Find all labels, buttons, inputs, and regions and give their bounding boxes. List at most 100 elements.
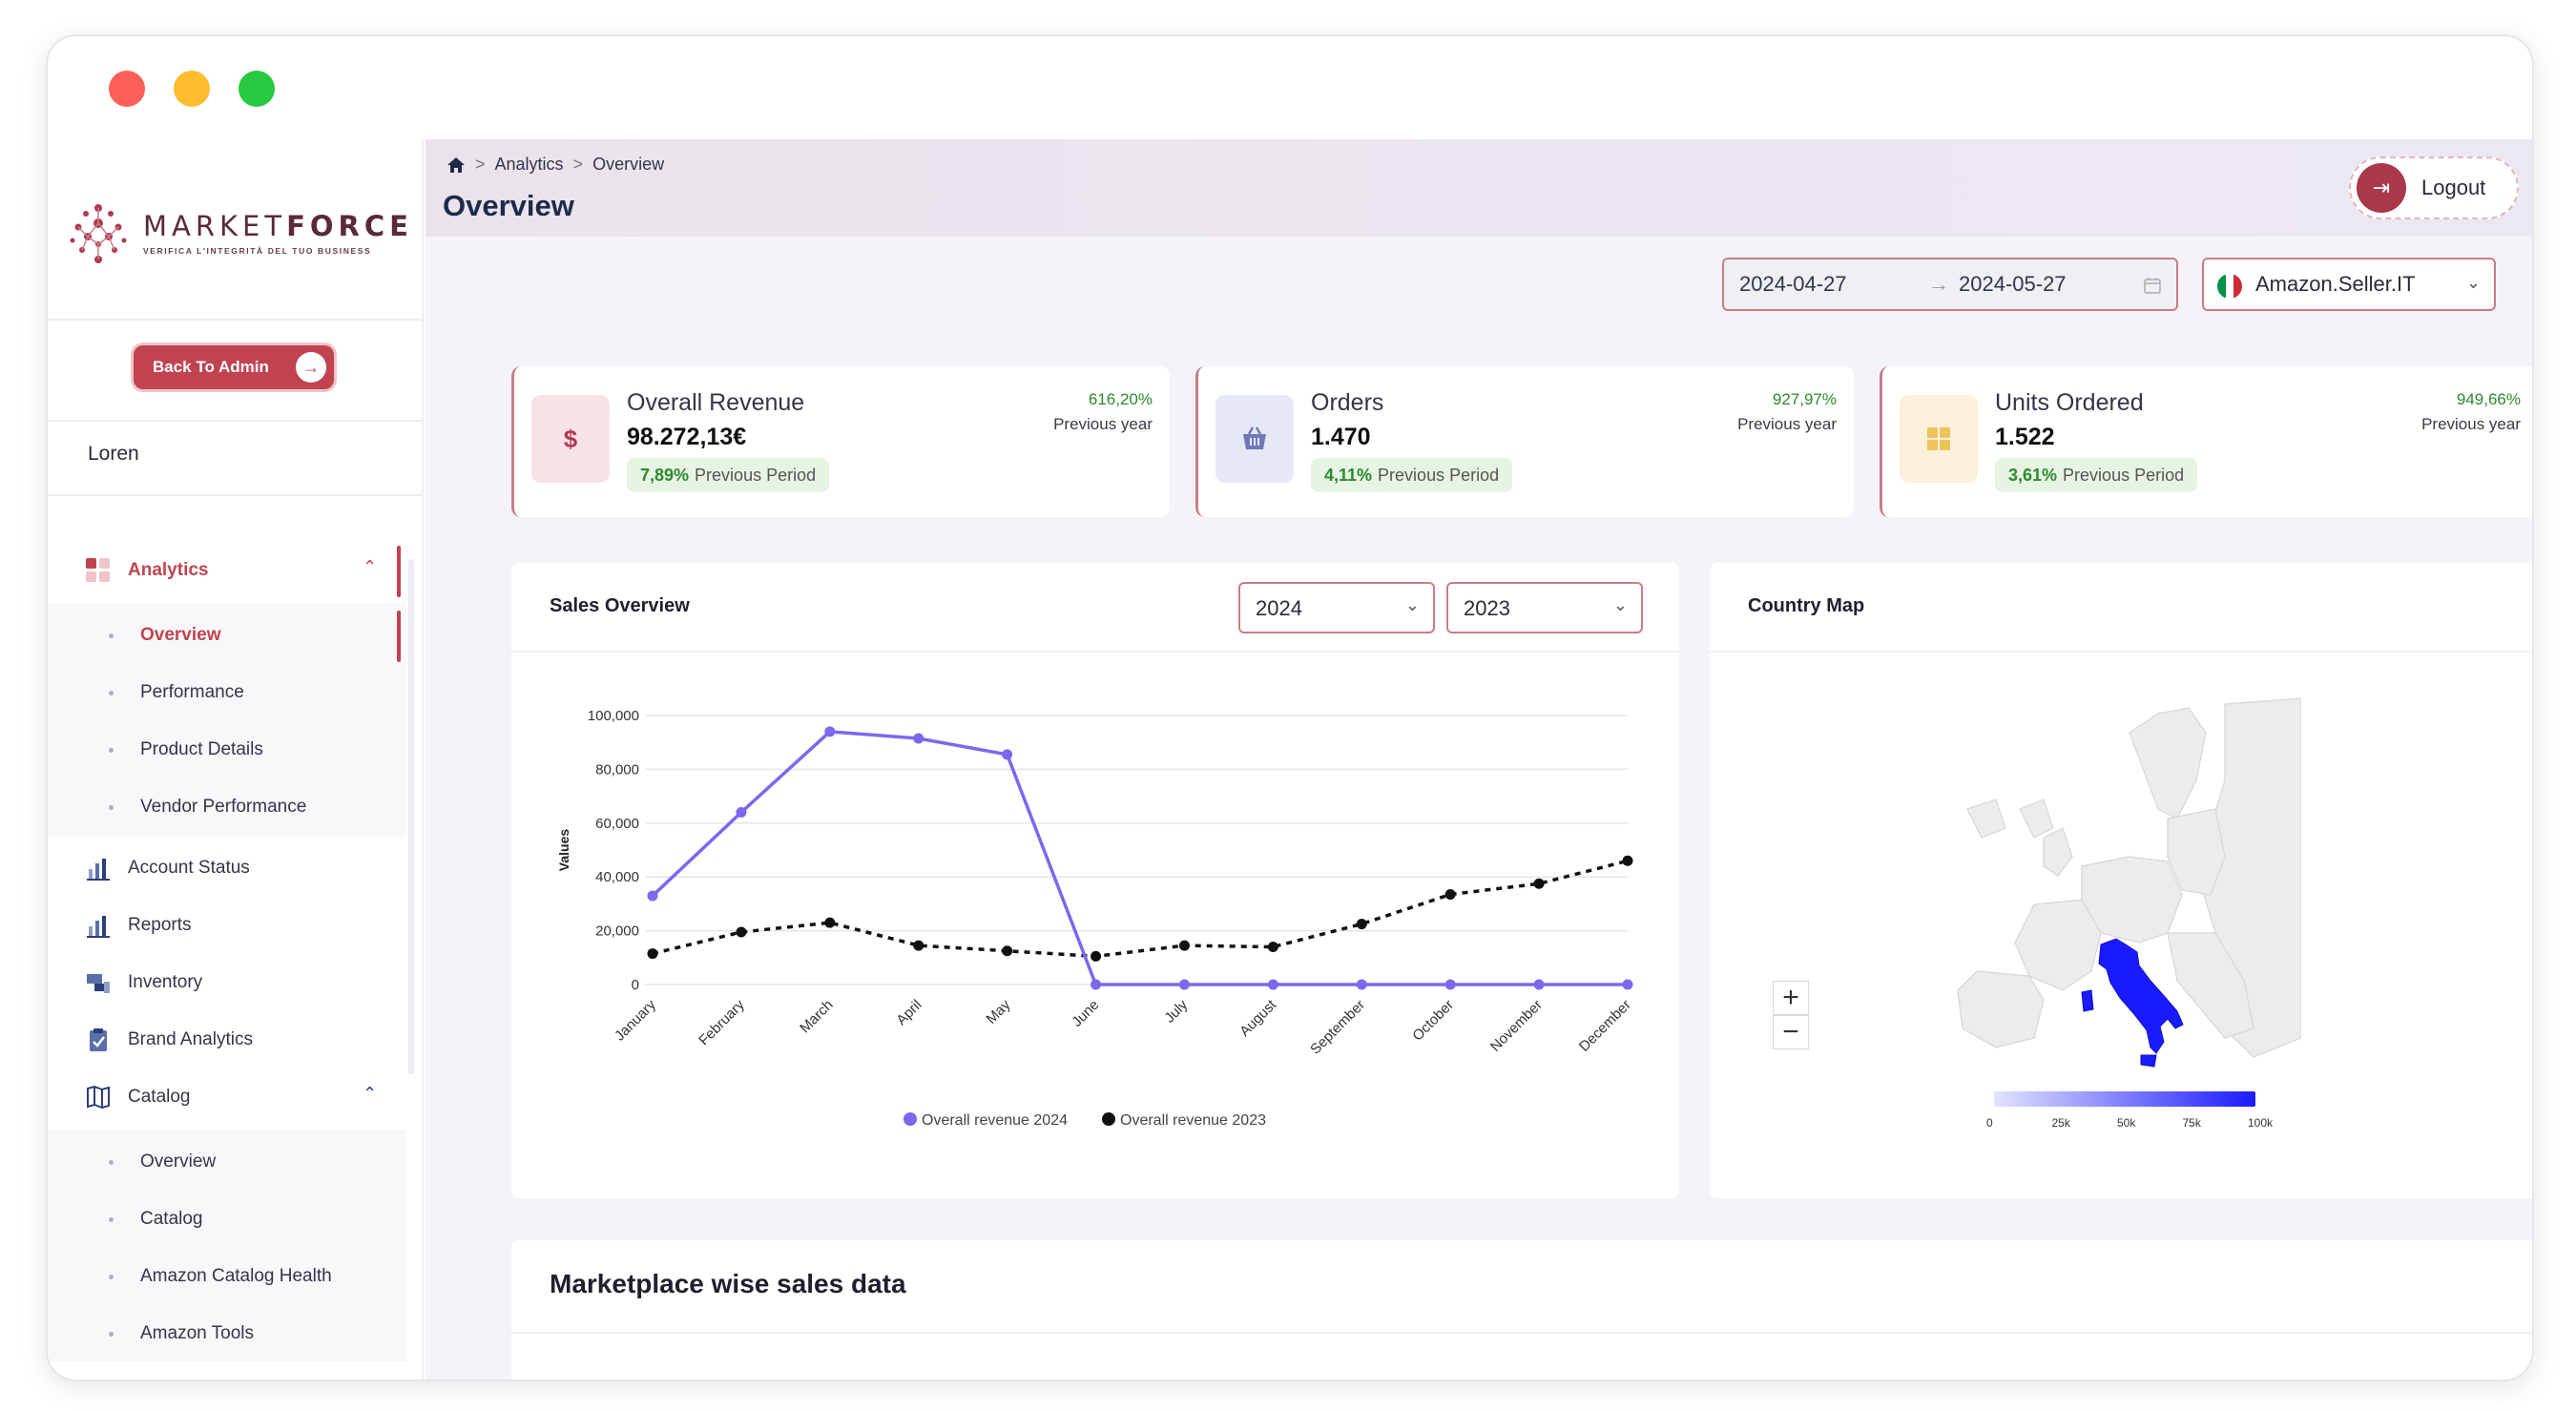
range-arrow-icon: → <box>1928 272 1949 296</box>
x-tick-label: October <box>1409 997 1457 1045</box>
kpi-period-badge: 3,61% Previous Period <box>1995 458 2198 492</box>
legend-marker <box>904 1112 917 1126</box>
sidebar: MARKETFORCE VERIFICA L'INTEGRITÀ DEL TUO… <box>48 139 424 1380</box>
zoom-in-button[interactable]: + <box>1773 981 1809 1015</box>
data-point <box>1356 979 1367 990</box>
kpi-units-ordered: Units Ordered 1.522 3,61% Previous Period… <box>1880 366 2532 517</box>
nav-analytics-performance[interactable]: Performance <box>109 675 244 710</box>
nav-analytics-vendor-performance[interactable]: Vendor Performance <box>109 790 306 824</box>
nav-catalog-amazon-tools[interactable]: Amazon Tools <box>109 1317 254 1351</box>
nav-catalog[interactable]: Catalog <box>84 1078 191 1116</box>
zoom-out-button[interactable]: − <box>1773 1015 1809 1049</box>
map-scale-tick: 75k <box>2182 1116 2201 1130</box>
data-point <box>1002 945 1013 957</box>
date-from[interactable]: 2024-04-27 <box>1739 272 1847 297</box>
home-icon[interactable] <box>447 156 466 174</box>
close-window-button[interactable] <box>109 71 145 107</box>
data-point <box>736 807 747 819</box>
legend-label: Overall revenue 2024 <box>922 1112 1068 1129</box>
divider <box>48 319 424 321</box>
x-tick-label: July <box>1161 996 1191 1026</box>
map-scale-ticks: 0 25k 50k 75k 100k <box>1986 1116 2273 1135</box>
y-tick-label: 40,000 <box>595 869 639 885</box>
nav-catalog-catalog[interactable]: Catalog <box>109 1202 203 1236</box>
minimize-window-button[interactable] <box>174 71 210 107</box>
x-tick-label: February <box>696 996 748 1048</box>
nav-brand-analytics[interactable]: Brand Analytics <box>84 1021 253 1059</box>
nav-inventory[interactable]: Inventory <box>84 964 202 1002</box>
nav-catalog-overview[interactable]: Overview <box>109 1145 216 1179</box>
y-tick-label: 0 <box>632 977 639 993</box>
clipboard-check-icon <box>84 1026 113 1054</box>
nav-account-status[interactable]: Account Status <box>84 849 250 887</box>
logout-icon: ⇥ <box>2357 163 2406 213</box>
y-tick-label: 100,000 <box>588 708 639 724</box>
data-point <box>1533 979 1545 990</box>
sales-overview-title: Sales Overview <box>550 595 690 616</box>
logout-button[interactable]: ⇥ Logout <box>2349 156 2519 219</box>
back-to-admin-label: Back To Admin <box>153 358 269 376</box>
data-point <box>1178 979 1190 990</box>
marketplace-select[interactable]: Amazon.Seller.IT ⌄ <box>2202 258 2496 311</box>
country-map-title: Country Map <box>1748 595 1865 616</box>
kpi-orders: Orders 1.470 4,11% Previous Period 927,97… <box>1195 366 1854 517</box>
chevron-up-icon[interactable]: ⌃ <box>363 1084 377 1104</box>
y-tick-label: 20,000 <box>595 923 639 940</box>
y-axis-label: Values <box>556 829 571 872</box>
x-tick-label: December <box>1576 997 1634 1055</box>
nav-reports[interactable]: Reports <box>84 906 192 944</box>
nav-analytics[interactable]: Analytics <box>84 551 208 590</box>
map-color-scale <box>1994 1091 2255 1107</box>
legend-marker <box>1102 1112 1115 1126</box>
data-point <box>1178 940 1190 951</box>
y-tick-label: 60,000 <box>595 816 639 832</box>
data-point <box>824 726 836 737</box>
maximize-window-button[interactable] <box>239 71 275 107</box>
date-range-picker[interactable]: 2024-04-27 → 2024-05-27 <box>1722 258 2178 311</box>
sales-overview-card: Sales Overview 2024 ⌄ 2023 ⌄ 100,000 80,000… <box>511 563 1679 1198</box>
y-tick-label: 80,000 <box>595 761 639 778</box>
data-point <box>913 733 924 744</box>
nav-analytics-product-details[interactable]: Product Details <box>109 733 263 767</box>
x-tick-label: June <box>1069 997 1102 1030</box>
data-point <box>1533 878 1545 889</box>
kpi-value: 1.470 <box>1311 424 1371 450</box>
logo-wordmark: MARKETFORCE <box>143 210 413 242</box>
nav-analytics-overview[interactable]: Overview <box>109 618 221 653</box>
user-name: Loren <box>88 443 139 465</box>
boxes-icon <box>1900 395 1978 483</box>
breadcrumb-analytics[interactable]: Analytics <box>495 155 564 175</box>
map-scale-tick: 0 <box>1986 1116 1993 1130</box>
kpi-yoy: 616,20% Previous year <box>1053 390 1153 433</box>
map-scale-tick: 100k <box>2248 1116 2274 1130</box>
sidebar-scrollbar[interactable] <box>408 559 414 1074</box>
kpi-yoy: 927,97% Previous year <box>1737 390 1837 433</box>
divider <box>511 1332 2532 1334</box>
chevron-up-icon[interactable]: ⌃ <box>363 557 377 577</box>
year-select-a[interactable]: 2024 ⌄ <box>1238 582 1435 633</box>
divider <box>1710 651 2532 653</box>
kpi-yoy: 949,66% Previous year <box>2421 390 2521 433</box>
logo-mark-icon <box>70 204 127 263</box>
data-point <box>1091 979 1102 990</box>
date-to[interactable]: 2024-05-27 <box>1959 272 2067 297</box>
breadcrumb-overview: Overview <box>592 155 665 174</box>
data-point <box>1267 942 1278 953</box>
x-tick-label: August <box>1236 996 1280 1040</box>
marketplace-sales-card: Marketplace wise sales data <box>511 1240 2532 1380</box>
analytics-grid-icon <box>84 556 113 585</box>
nav-catalog-health[interactable]: Amazon Catalog Health <box>109 1259 332 1294</box>
europe-map[interactable] <box>1939 695 2301 1076</box>
year-select-b[interactable]: 2023 ⌄ <box>1446 582 1643 633</box>
x-tick-label: January <box>612 996 659 1044</box>
chevron-down-icon: ⌄ <box>2465 273 2481 292</box>
kpi-period-badge: 4,11% Previous Period <box>1311 458 1513 492</box>
italy-flag-icon <box>2217 274 2242 299</box>
chevron-down-icon: ⌄ <box>1612 595 1628 614</box>
breadcrumb: > Analytics > Overview <box>447 155 664 175</box>
brand-logo[interactable]: MARKETFORCE VERIFICA L'INTEGRITÀ DEL TUO… <box>65 200 408 277</box>
logo-tagline: VERIFICA L'INTEGRITÀ DEL TUO BUSINESS <box>143 246 372 256</box>
page-title: Overview <box>443 189 574 222</box>
back-to-admin-button[interactable]: Back To Admin → <box>134 345 334 389</box>
sales-line-chart: 100,000 80,000 60,000 40,000 20,000 0 Values Ja… <box>556 708 1634 1129</box>
